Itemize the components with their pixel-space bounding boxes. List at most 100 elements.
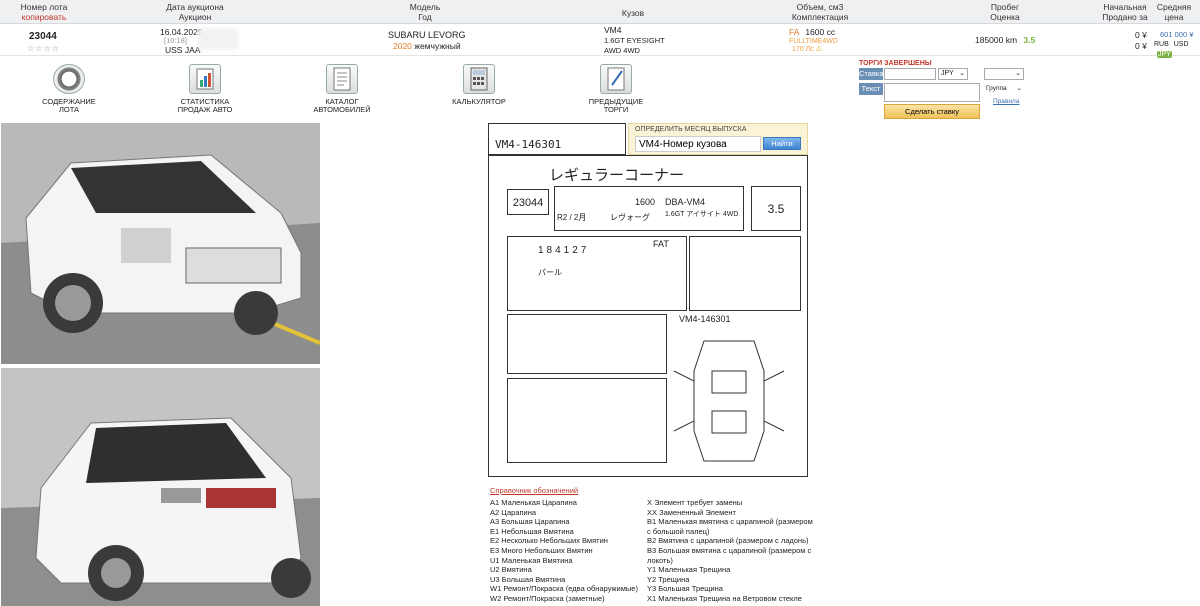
legend-title: Справочник обозначений — [490, 486, 579, 495]
rules-link[interactable]: Правила — [993, 98, 1019, 105]
calculator-icon — [463, 64, 495, 94]
car-diagram — [673, 340, 785, 462]
body-code: VM4 — [604, 25, 622, 35]
menu-catalog[interactable]: Каталог автомобилей — [297, 64, 387, 114]
menu-label: автомобилей — [313, 105, 371, 114]
legend-right-column: X Элемент требует замены XX Замененный Э… — [647, 498, 813, 604]
steering-wheel-icon — [53, 64, 85, 94]
legend-item: Y1 Маленькая Трещина — [647, 565, 731, 575]
menu-calculator[interactable]: Калькулятор — [434, 64, 524, 106]
mileage-label: Пробег — [990, 2, 1020, 12]
sheet-notes — [507, 314, 667, 374]
car-photo-rear[interactable] — [1, 368, 320, 606]
legend-item: U3 Большая Вмятина — [490, 574, 566, 584]
legend-item: локоть) — [647, 555, 673, 565]
sheet-lot: 23044 — [507, 189, 549, 215]
legend-item: B2 Вмятина с царапиной (размером с ладон… — [647, 536, 809, 546]
text-label: Текст — [859, 83, 883, 95]
extra-select[interactable]: ⌄ — [984, 68, 1024, 80]
sheet-color: パール — [538, 268, 562, 277]
menu-previous-bids[interactable]: Предыдущие торги — [571, 64, 661, 114]
car-photo-front[interactable] — [1, 123, 320, 364]
sold-price: 0 ¥ — [1135, 41, 1147, 51]
menu-statistics[interactable]: Статистика продаж авто — [160, 64, 250, 114]
chevron-down-icon: ⌄ — [959, 70, 965, 77]
rating-value: 3.5 — [1023, 35, 1036, 45]
catalog-icon — [326, 64, 358, 94]
mileage-header: Пробег Оценка — [975, 2, 1035, 22]
avg-price: 601 000 ¥ — [1160, 30, 1194, 39]
car-front-image — [1, 123, 320, 364]
sheet-shift: FAT — [653, 239, 669, 249]
copy-link[interactable]: копировать — [22, 12, 67, 22]
avg-label: Средняя — [1156, 2, 1192, 12]
mileage-rating: 185000 km 3.5 — [975, 35, 1035, 45]
lot-number-label: Номер лота — [20, 2, 68, 12]
auction-label: Аукцион — [178, 12, 212, 22]
legend-left-column: A1 Маленькая Царапина A2 Царапина A3 Бол… — [490, 498, 638, 604]
submit-bid-button[interactable]: Сделать ставку — [884, 104, 980, 119]
lot-row[interactable]: 23044 ☆☆☆☆ 16.04.2025 [10:18] USS JAA SU… — [0, 24, 1200, 58]
menu-label: продаж авто — [177, 105, 233, 114]
model-year: 2020 — [393, 41, 412, 51]
currency-rub[interactable]: RUB — [1154, 41, 1169, 48]
sheet-score: 3.5 — [751, 186, 801, 231]
car-rear-image — [1, 368, 320, 606]
text-input[interactable] — [884, 83, 980, 102]
sheet-title: レギュラーコーナー — [549, 167, 685, 184]
legend-item: Y3 Большая Трещина — [647, 584, 723, 594]
menu-lot-contents[interactable]: Содержание лота — [24, 64, 114, 114]
model-name[interactable]: SUBARU LEVORG — [388, 30, 466, 40]
start-header: Начальная Продано за — [1098, 2, 1152, 22]
model-year-color: 2020 жемчужный — [393, 41, 461, 51]
start-label: Начальная — [1103, 2, 1147, 12]
statistics-icon — [189, 64, 221, 94]
sheet-inspector-report — [507, 378, 667, 463]
menu-label: лота — [58, 105, 80, 114]
legend-item: X Элемент требует замены — [647, 498, 743, 507]
stake-input[interactable] — [884, 68, 936, 80]
sheet-cc: 1600 — [635, 197, 656, 207]
price-label: цена — [1164, 12, 1184, 22]
body-header: Кузов — [603, 8, 663, 18]
menu-label: торги — [603, 105, 629, 114]
find-button[interactable]: Найти — [763, 137, 801, 150]
legend-item: B3 Большая вмятина с царапиной (размером… — [647, 545, 812, 555]
rating-stars[interactable]: ☆☆☆☆ — [27, 44, 60, 54]
drive-type: AWD 4WD — [604, 46, 640, 55]
legend-item: X1 Маленькая Трещина на Ветровом стекле — [647, 593, 802, 603]
currency-jpy[interactable]: JPY — [1157, 51, 1172, 58]
lot-number: 23044 — [29, 31, 57, 42]
sheet-mileage: 184127 — [538, 245, 590, 256]
legend-item: W1 Ремонт/Покраска (едва обнаружимые) — [490, 584, 638, 594]
currency-value: JPY — [941, 70, 954, 77]
warning-icon: ⚠ — [815, 46, 822, 53]
legend-item: B1 Маленькая вмятина с царапиной (размер… — [647, 517, 813, 527]
decode-panel: ОПРЕДЕЛИТЬ МЕСЯЦ ВЫПУСКА Найти — [628, 123, 808, 155]
group-select[interactable]: Группа ⌄ — [984, 83, 1024, 94]
auction-sheet-header[interactable]: VM4-146301 — [488, 123, 626, 155]
currency-usd[interactable]: USD — [1174, 41, 1189, 48]
auction-name: USS JAA — [165, 45, 201, 55]
legend-item: Y2 Трещина — [647, 574, 690, 584]
legend-item: с большой палец) — [647, 526, 710, 536]
volume-value: 1600 cc — [805, 27, 836, 37]
previous-bids-icon — [600, 64, 632, 94]
sheet-chassis-2: VM4-146301 — [679, 314, 731, 324]
grade-label: Комплектация — [791, 12, 849, 22]
currency-switcher[interactable]: RUB USD JPY — [1154, 40, 1200, 60]
volume-label: Объем, см3 — [796, 2, 844, 12]
body-label: Кузов — [621, 8, 645, 18]
currency-select[interactable]: JPY ⌄ — [938, 68, 968, 80]
avg-header: Средняя цена — [1152, 2, 1196, 22]
legend-item: A1 Маленькая Царапина — [490, 498, 577, 507]
auction-sheet[interactable]: レギュラーコーナー 23044 1600 DBA-VM4 R2 / 2月 レヴォ… — [488, 155, 808, 477]
sheet-chassis-number: VM4-146301 — [495, 138, 562, 151]
chassis-input[interactable] — [635, 136, 761, 152]
date-label: Дата аукциона — [166, 2, 224, 12]
blurred-area — [198, 28, 238, 50]
lot-header: Номер лота копировать — [14, 2, 74, 22]
sheet-grade: 1.6GT アイサイト 4WD — [665, 211, 739, 218]
year-label: Год — [418, 12, 432, 22]
auction-status: ТОРГИ ЗАВЕРШЕНЫ — [859, 60, 932, 67]
